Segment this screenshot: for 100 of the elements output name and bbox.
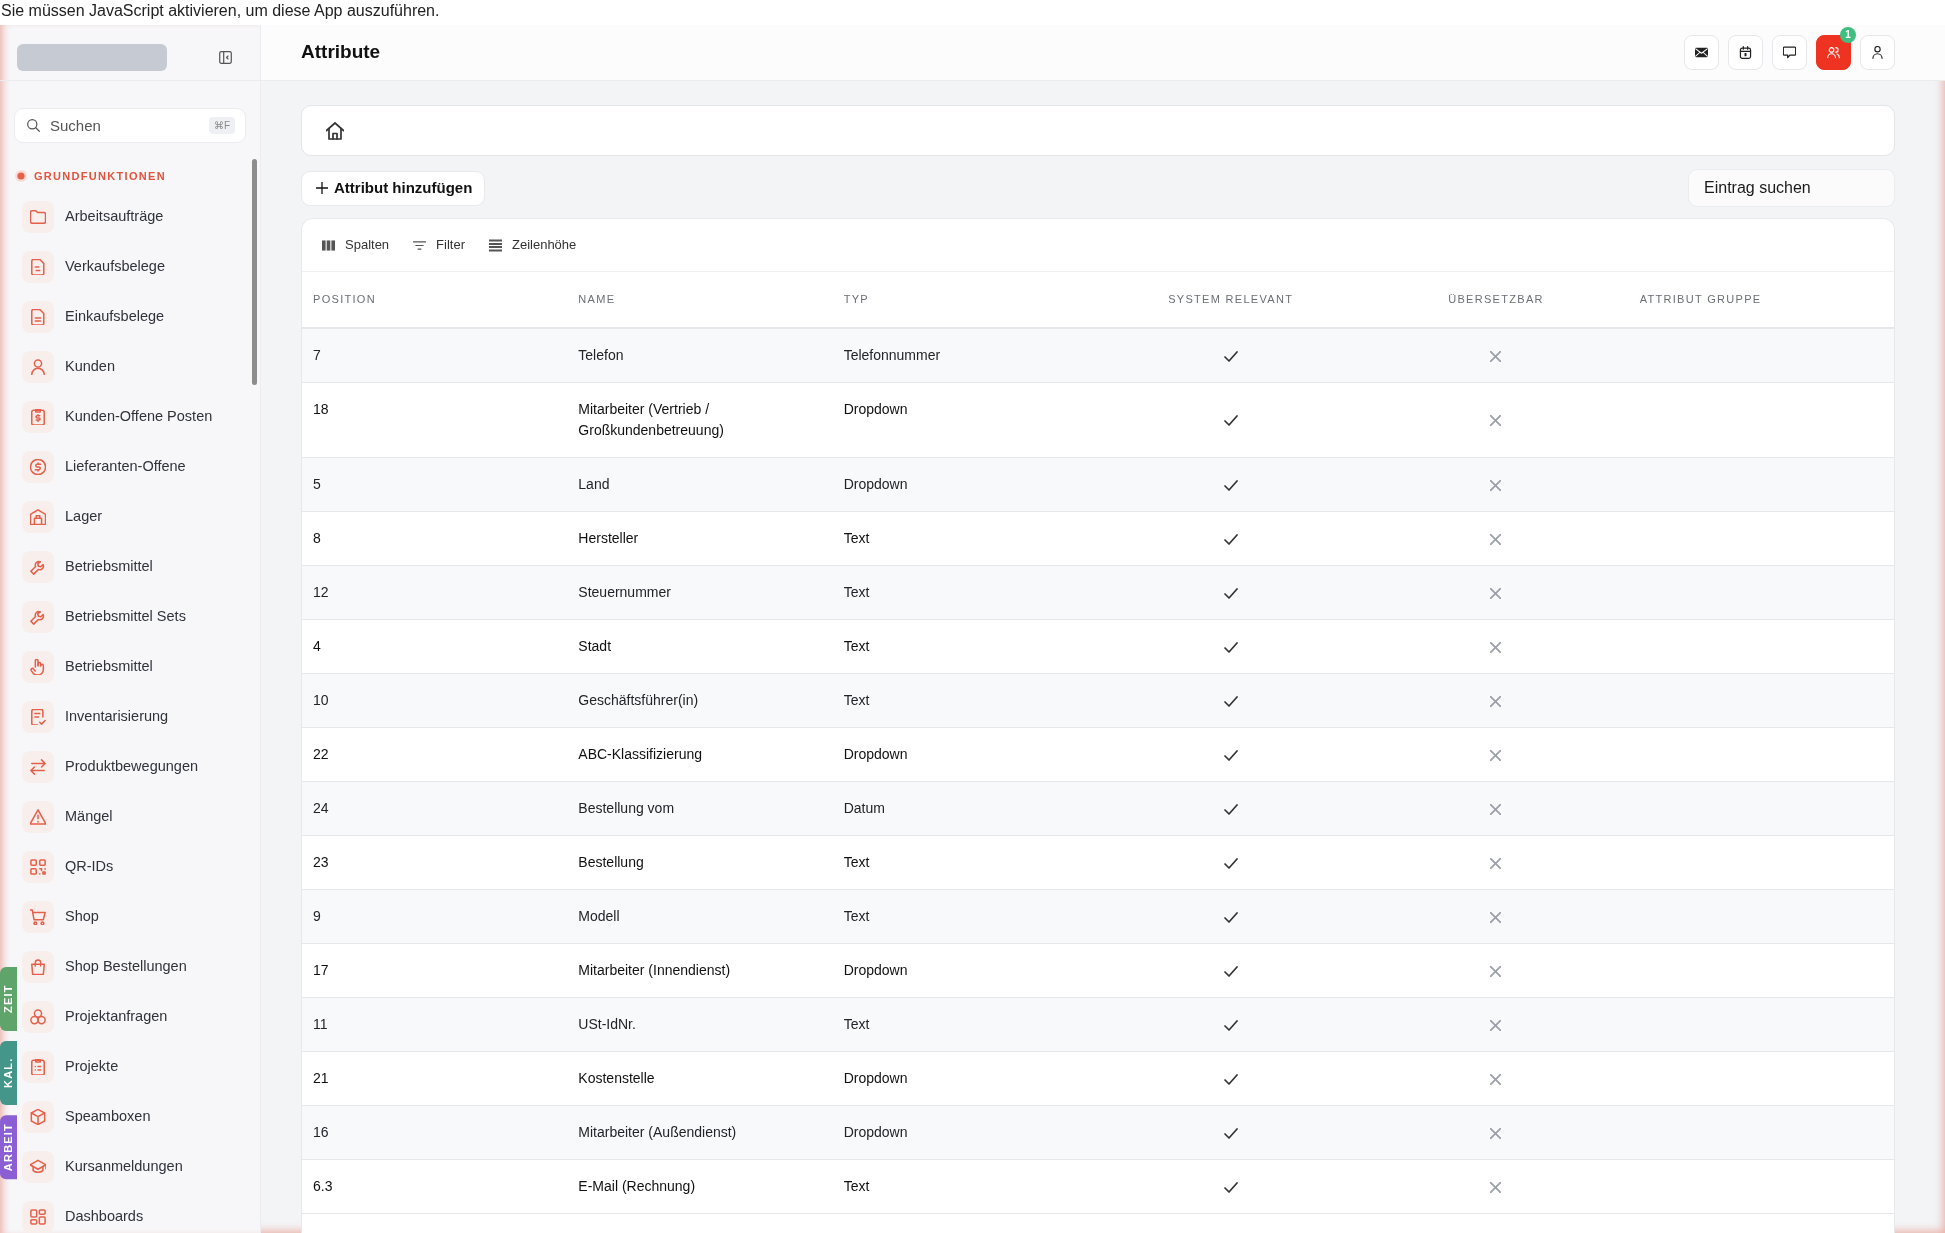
bag-icon	[22, 951, 54, 983]
table-cell: 9	[302, 889, 568, 944]
sidebar-item[interactable]: Einkaufsbelege	[18, 292, 260, 342]
calendar-icon	[1739, 46, 1752, 59]
table-cell: Bestellung	[567, 835, 833, 890]
hand-icon	[22, 651, 54, 683]
sidebar-item[interactable]: Speamboxen	[18, 1092, 260, 1142]
table-cell: 24	[302, 781, 568, 836]
table-cell: Geschäftsführer(in)	[567, 673, 833, 728]
sidebar-item[interactable]: Shop Bestellungen	[18, 942, 260, 992]
users-icon	[1827, 46, 1840, 59]
table-cell: Text	[832, 889, 1098, 944]
home-icon[interactable]	[326, 121, 344, 140]
sidebar-item[interactable]: Verkaufsbelege	[18, 242, 260, 292]
table-cell: Dropdown	[832, 457, 1098, 512]
document-icon	[22, 301, 54, 333]
table-cell: ABC-Klassifizierung	[567, 727, 833, 782]
table-cell: Land	[567, 457, 833, 512]
toolbar-button[interactable]: Spalten	[322, 235, 390, 255]
cube-icon	[22, 1101, 54, 1133]
sidebar-item[interactable]: Projekte	[18, 1042, 260, 1092]
checklist-icon	[22, 701, 54, 733]
shortcut-hint: ⌘F	[208, 117, 235, 134]
sidebar-item[interactable]: Betriebsmittel Sets	[18, 592, 260, 642]
user-icon	[1871, 46, 1884, 59]
table-cell: Telefonnummer	[832, 328, 1098, 383]
sidebar-item[interactable]: Mängel	[18, 792, 260, 842]
sidebar-item[interactable]: Shop	[18, 892, 260, 942]
sidebar-item[interactable]: Kunden	[18, 342, 260, 392]
table-cell: 22	[302, 727, 568, 782]
section-heading: GRUNDFUNKTIONEN	[34, 169, 166, 184]
document-icon	[22, 251, 54, 283]
side-tab[interactable]: KAL.	[0, 1041, 17, 1105]
toolbar-button[interactable]: Zeilenhöhe	[489, 235, 577, 255]
columns-icon	[322, 238, 335, 252]
lines-icon	[489, 238, 502, 252]
table-cell: Dropdown	[832, 1105, 1098, 1160]
table-cell: Mitarbeiter (Außendienst)	[567, 1105, 833, 1160]
table-cell: 17	[302, 943, 568, 998]
table-cell: 6.3	[302, 1159, 568, 1214]
sidebar-item[interactable]: Betriebsmittel	[18, 642, 260, 692]
header-button[interactable]	[1728, 35, 1763, 70]
header-button[interactable]	[1772, 35, 1807, 70]
table-cell: 8	[302, 511, 568, 566]
table-cell: Text	[832, 835, 1098, 890]
wrench-icon	[22, 551, 54, 583]
header-button[interactable]	[1684, 35, 1719, 70]
sidebar-item[interactable]: Kunden-Offene Posten	[18, 392, 260, 442]
table-cell: Kostenstelle	[567, 1051, 833, 1106]
table-cell: Text	[832, 997, 1098, 1052]
table-cell: 16	[302, 1105, 568, 1160]
sidebar-toggle-icon[interactable]	[219, 51, 232, 64]
table-cell: E-Mail (Rechnung)	[567, 1159, 833, 1214]
chat-icon	[1783, 46, 1796, 59]
table-cell: Modell	[567, 889, 833, 944]
sidebar-item[interactable]: Betriebsmittel	[18, 542, 260, 592]
table-cell: 5	[302, 457, 568, 512]
table-cell: 7	[302, 328, 568, 383]
table-cell: Telefon	[567, 328, 833, 383]
sidebar-item[interactable]: Dashboards	[18, 1192, 260, 1233]
page-title: Attribute	[301, 41, 381, 64]
sidebar-item[interactable]: Arbeitsaufträge	[18, 192, 260, 242]
sidebar-item[interactable]: Lieferanten-Offene	[18, 442, 260, 492]
mail-icon	[1695, 46, 1708, 59]
plus-icon	[316, 182, 328, 194]
table-cell: Text	[832, 1159, 1098, 1214]
arrows-icon	[22, 751, 54, 783]
sidebar-item[interactable]: Kursanmeldungen	[18, 1142, 260, 1192]
table-cell: Text	[832, 565, 1098, 620]
dot-icon	[15, 170, 27, 182]
sidebar-item[interactable]: QR-IDs	[18, 842, 260, 892]
table-cell: 18	[302, 382, 568, 458]
folder-icon	[22, 201, 54, 233]
table-cell: Stadt	[567, 619, 833, 674]
table-cell: Datum	[832, 781, 1098, 836]
clipboard-icon	[22, 1051, 54, 1083]
table-cell: Dropdown	[832, 382, 1098, 458]
toolbar-button[interactable]: Filter	[413, 235, 465, 255]
table-cell: 23	[302, 835, 568, 890]
qr-code-icon	[22, 851, 54, 883]
sidebar-item[interactable]: Lager	[18, 492, 260, 542]
scrollbar-thumb[interactable]	[252, 159, 257, 385]
add-attribute-button[interactable]: Attribut hinzufügen	[301, 170, 486, 206]
search-field[interactable]: Eintrag suchen	[1688, 169, 1895, 207]
table-cell: 11	[302, 997, 568, 1052]
circles-icon	[22, 1001, 54, 1033]
sidebar-item[interactable]: Inventarisierung	[18, 692, 260, 742]
filter-icon	[413, 238, 427, 252]
warning-icon	[22, 801, 54, 833]
sidebar-item[interactable]: Projektanfragen	[18, 992, 260, 1042]
table-cell: Text	[832, 511, 1098, 566]
column-header: TYP	[832, 272, 1098, 328]
table-cell: 4	[302, 619, 568, 674]
column-header: SYSTEM RELEVANT	[1098, 272, 1364, 328]
sidebar-item[interactable]: Produktbewegungen	[18, 742, 260, 792]
table-cell: Dropdown	[832, 943, 1098, 998]
side-tab[interactable]: ARBEIT	[0, 1115, 17, 1180]
column-header: ATTRIBUT GRUPPE	[1628, 272, 1894, 328]
table-cell: Bestellung vom	[567, 781, 833, 836]
table-cell: Mitarbeiter (Vertrieb / Großkundenbetreuung)	[567, 382, 833, 458]
